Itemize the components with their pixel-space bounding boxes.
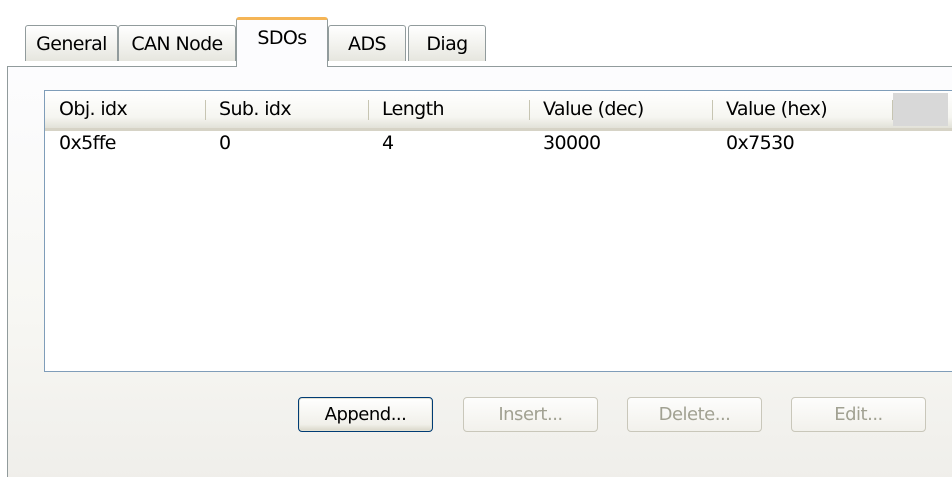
column-header-value-hex[interactable]: Value (hex) xyxy=(712,91,892,128)
tab-strip: General CAN Node SDOs ADS Diag xyxy=(20,0,952,67)
table-row[interactable]: 0x5ffe 0 4 30000 0x7530 xyxy=(45,131,952,161)
edit-button[interactable]: Edit... xyxy=(791,397,926,432)
cell-obj-idx: 0x5ffe xyxy=(59,132,116,154)
tab-can-node[interactable]: CAN Node xyxy=(118,25,236,61)
cell-length: 4 xyxy=(382,132,394,154)
sdos-tab-panel: Obj. idx Sub. idx Length Value (dec) Val… xyxy=(7,66,952,477)
column-header-length[interactable]: Length xyxy=(368,91,529,128)
delete-button[interactable]: Delete... xyxy=(627,397,762,432)
sdo-list[interactable]: Obj. idx Sub. idx Length Value (dec) Val… xyxy=(44,90,952,372)
tab-ads[interactable]: ADS xyxy=(328,25,406,61)
header-filler xyxy=(893,93,948,126)
column-header-obj-idx[interactable]: Obj. idx xyxy=(45,91,205,128)
cell-value-dec: 30000 xyxy=(543,132,601,154)
sdo-list-header: Obj. idx Sub. idx Length Value (dec) Val… xyxy=(45,91,952,131)
cell-value-hex: 0x7530 xyxy=(726,132,795,154)
tab-diag[interactable]: Diag xyxy=(408,25,486,61)
tab-general[interactable]: General xyxy=(25,25,118,61)
append-button[interactable]: Append... xyxy=(298,397,433,432)
tab-sdos[interactable]: SDOs xyxy=(236,17,328,67)
sdo-configuration-dialog: General CAN Node SDOs ADS Diag Obj. idx … xyxy=(0,0,952,477)
column-header-value-dec[interactable]: Value (dec) xyxy=(529,91,712,128)
cell-sub-idx: 0 xyxy=(219,132,231,154)
column-header-sub-idx[interactable]: Sub. idx xyxy=(205,91,368,128)
insert-button[interactable]: Insert... xyxy=(463,397,598,432)
